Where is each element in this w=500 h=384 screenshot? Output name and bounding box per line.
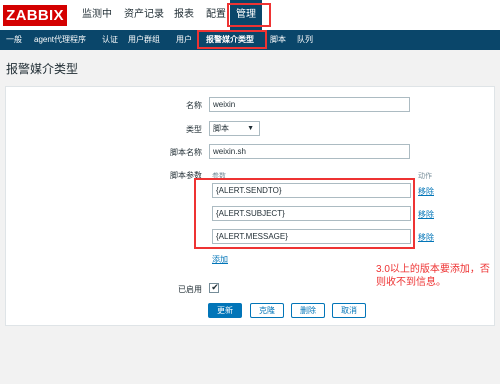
subnav-item-media-types[interactable]: 报警媒介类型 (206, 30, 254, 50)
action-column-header: 动作 (418, 173, 432, 180)
delete-button[interactable]: 删除 (291, 303, 325, 318)
zabbix-logo[interactable]: ZABBIX (3, 5, 67, 26)
cancel-button[interactable]: 取消 (332, 303, 366, 318)
name-label: 名称 (186, 101, 202, 110)
subnav-item-scripts[interactable]: 脚本 (270, 30, 286, 50)
script-name-input[interactable]: weixin.sh (209, 144, 410, 159)
add-param-link[interactable]: 添加 (212, 254, 228, 265)
enabled-label: 已启用 (178, 285, 202, 294)
annotation-note: 3.0以上的版本要添加，否则收不到信息。 (376, 264, 490, 288)
update-button[interactable]: 更新 (208, 303, 242, 318)
type-select-value: 脚本 (213, 124, 229, 133)
params-column-header: 参数 (212, 173, 226, 180)
subnav-item-users[interactable]: 用户 (176, 30, 192, 50)
sub-navigation: 一般 agent代理程序 认证 用户群组 用户 报警媒介类型 脚本 队列 (0, 30, 500, 50)
name-input[interactable]: weixin (209, 97, 410, 112)
subnav-item-proxies[interactable]: agent代理程序 (34, 30, 86, 50)
remove-param-link[interactable]: 移除 (418, 232, 434, 243)
menu-item-monitoring[interactable]: 监测中 (82, 0, 112, 30)
subnav-item-authentication[interactable]: 认证 (102, 30, 118, 50)
clone-button[interactable]: 克隆 (250, 303, 284, 318)
script-name-label: 脚本名称 (170, 148, 202, 157)
param-input[interactable]: {ALERT.MESSAGE} (212, 229, 411, 244)
top-navigation: ZABBIX 监测中 资产记录 报表 配置 管理 (0, 0, 500, 30)
subnav-item-general[interactable]: 一般 (6, 30, 22, 50)
remove-param-link[interactable]: 移除 (418, 209, 434, 220)
script-params-label: 脚本参数 (170, 171, 202, 180)
subnav-item-user-groups[interactable]: 用户群组 (128, 30, 160, 50)
menu-item-reports[interactable]: 报表 (174, 0, 194, 30)
remove-param-link[interactable]: 移除 (418, 186, 434, 197)
subnav-item-queue[interactable]: 队列 (297, 30, 313, 50)
menu-item-administration[interactable]: 管理 (230, 0, 262, 30)
param-input[interactable]: {ALERT.SENDTO} (212, 183, 411, 198)
chevron-down-icon: ▼ (247, 125, 254, 132)
param-input[interactable]: {ALERT.SUBJECT} (212, 206, 411, 221)
menu-item-configuration[interactable]: 配置 (206, 0, 226, 30)
check-icon: ✔ (211, 282, 219, 292)
type-label: 类型 (186, 125, 202, 134)
page-title: 报警媒介类型 (6, 62, 79, 76)
menu-item-inventory[interactable]: 资产记录 (124, 0, 164, 30)
enabled-checkbox[interactable]: ✔ (209, 282, 219, 293)
type-select[interactable]: 脚本 ▼ (209, 121, 260, 136)
